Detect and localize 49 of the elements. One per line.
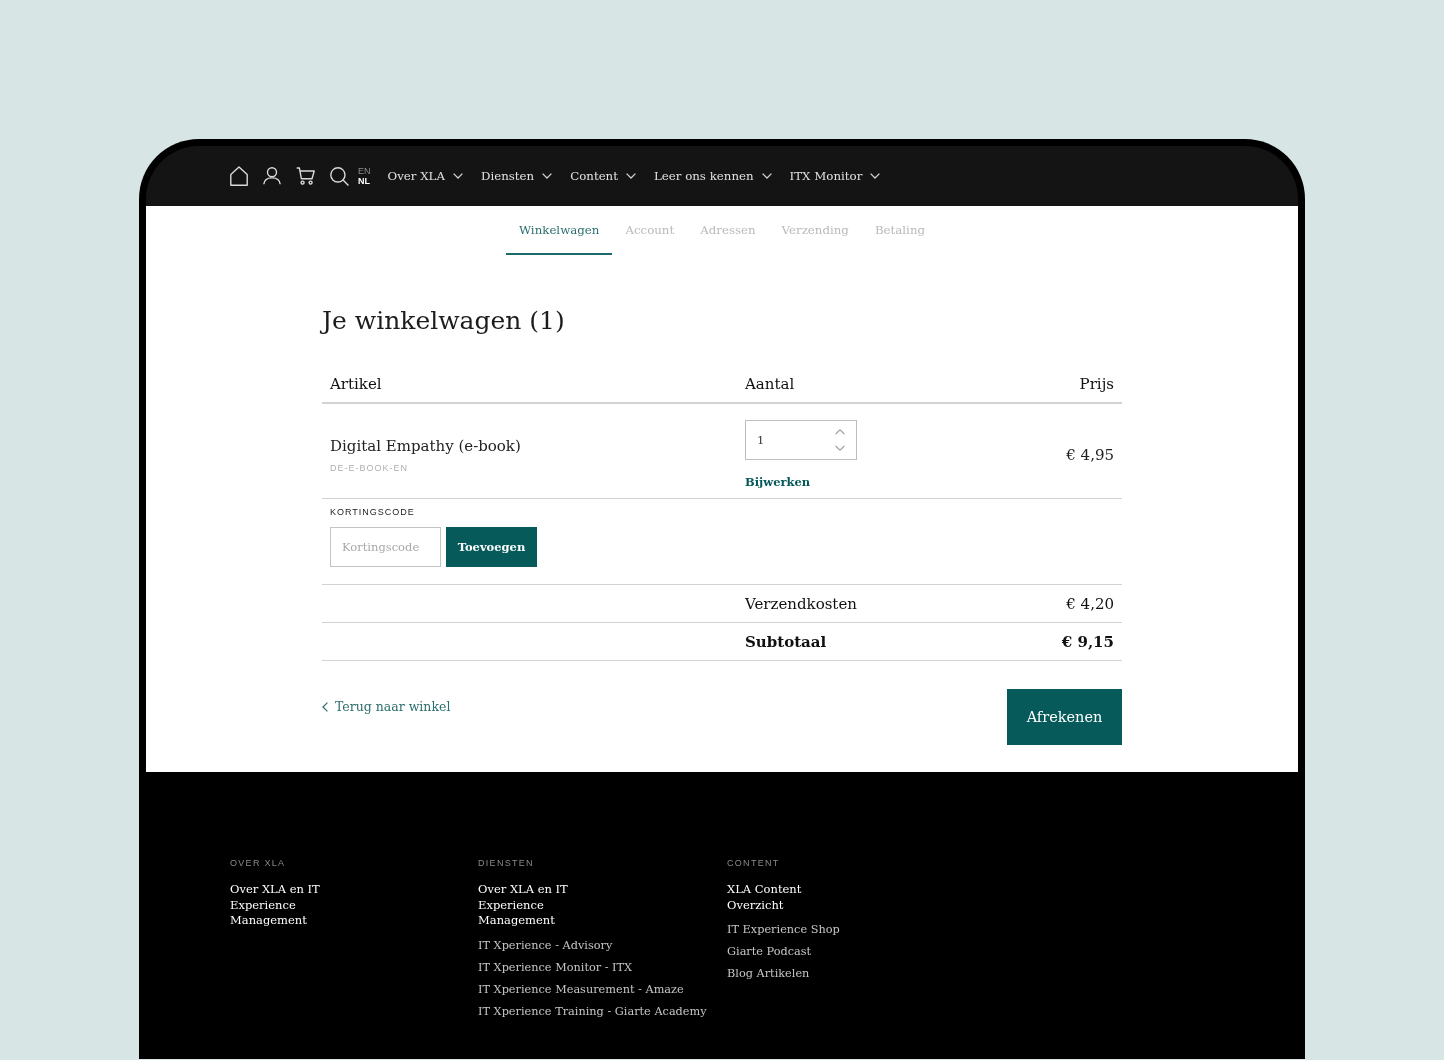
column-header: Aantal bbox=[745, 375, 795, 393]
discount-code-field[interactable]: Kortingscode bbox=[330, 527, 441, 567]
summary-value: € 9,15 bbox=[1061, 632, 1114, 651]
product-sku: DE-E-BOOK-EN bbox=[330, 463, 408, 474]
column-header: Prijs bbox=[1079, 375, 1114, 393]
footer-link[interactable]: Giarte Podcast bbox=[727, 941, 812, 963]
discount-code-label: KORTINGSCODE bbox=[330, 507, 415, 518]
product-price: € 4,95 bbox=[1066, 446, 1114, 464]
chevron-left-icon bbox=[322, 702, 328, 712]
footer-link[interactable]: IT Xperience Measurement - Amaze bbox=[478, 978, 684, 1001]
nav-menu-item[interactable]: Diensten bbox=[481, 169, 553, 183]
chevron-down-icon bbox=[542, 173, 553, 179]
user-icon[interactable] bbox=[263, 167, 281, 185]
footer-link[interactable]: Over XLA en IT Experience Management bbox=[230, 882, 330, 929]
footer-link[interactable]: Blog Artikelen bbox=[727, 963, 810, 985]
chevron-down-icon bbox=[870, 173, 881, 179]
language-option[interactable]: NL bbox=[358, 176, 371, 186]
nav-menu-item[interactable]: ITX Monitor bbox=[789, 169, 881, 183]
home-icon[interactable] bbox=[230, 166, 248, 186]
add-discount-button[interactable]: Toevoegen bbox=[446, 527, 537, 567]
summary-label: Subtotaal bbox=[745, 632, 827, 651]
column-header: Artikel bbox=[330, 375, 382, 393]
quantity-field[interactable]: 1 bbox=[745, 420, 857, 460]
footer-link[interactable]: IT Xperience - Advisory bbox=[478, 934, 613, 957]
chevron-down-icon bbox=[761, 173, 772, 179]
nav-menu-item[interactable]: Leer ons kennen bbox=[653, 169, 772, 183]
footer-link[interactable]: IT Xperience Training - Giarte Academy bbox=[478, 1000, 707, 1023]
footer-heading: CONTENT bbox=[727, 858, 780, 869]
checkout-step-tab[interactable]: Winkelwagen bbox=[505, 206, 613, 255]
footer-heading: OVER XLA bbox=[230, 858, 286, 869]
language-option[interactable]: EN bbox=[358, 166, 371, 176]
back-to-shop-link[interactable]: Terug naar winkel bbox=[322, 699, 451, 715]
footer-link[interactable]: IT Xperience Monitor - ITX bbox=[478, 956, 633, 979]
nav-menu-item[interactable]: Over XLA bbox=[387, 169, 463, 183]
footer-heading: DIENSTEN bbox=[478, 858, 534, 869]
page-title: Je winkelwagen (1) bbox=[322, 305, 565, 337]
update-link[interactable]: Bijwerken bbox=[745, 474, 811, 490]
summary-value: € 4,20 bbox=[1066, 594, 1114, 613]
cart-icon[interactable] bbox=[296, 167, 315, 185]
chevron-down-icon bbox=[625, 173, 636, 179]
footer-link[interactable]: Over XLA en IT Experience Management bbox=[478, 882, 578, 929]
product-name: Digital Empathy (e-book) bbox=[330, 436, 521, 456]
nav-menu-item[interactable]: Content bbox=[570, 169, 636, 183]
chevron-down-icon bbox=[453, 173, 463, 179]
checkout-button[interactable]: Afrekenen bbox=[1007, 689, 1122, 745]
footer-link[interactable]: XLA Content Overzicht bbox=[727, 882, 827, 913]
footer-link[interactable]: IT Experience Shop bbox=[727, 919, 840, 941]
summary-label: Verzendkosten bbox=[745, 594, 857, 613]
search-icon[interactable] bbox=[330, 166, 349, 186]
